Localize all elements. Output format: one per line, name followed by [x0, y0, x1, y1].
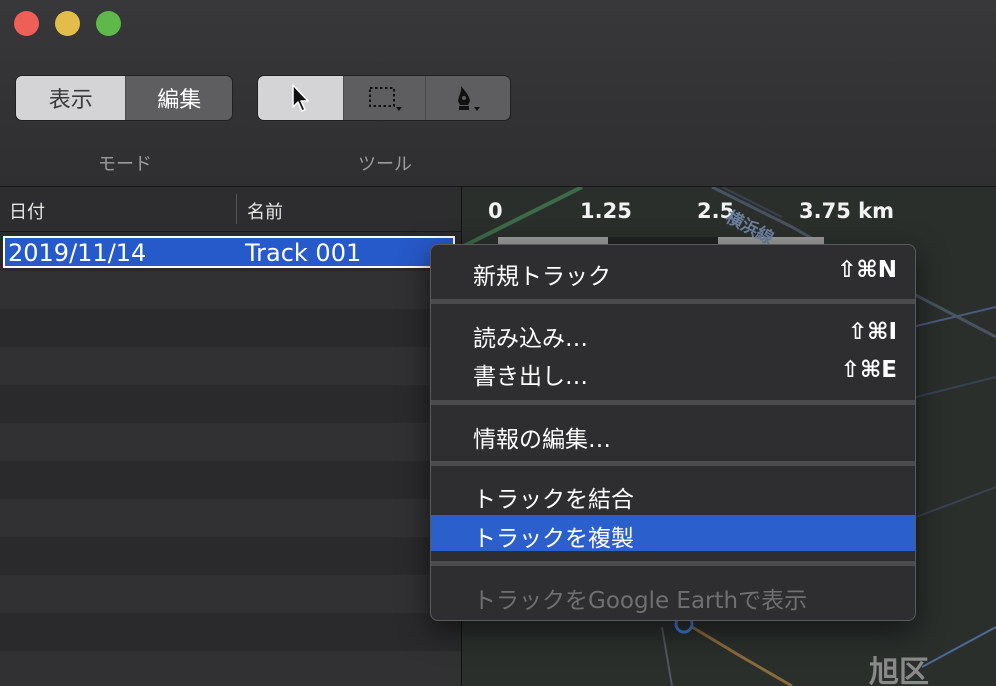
- menu-item-label: トラックをGoogle Earthで表示: [473, 588, 808, 614]
- empty-row: [0, 423, 461, 461]
- mode-caption: モード: [98, 154, 152, 175]
- menu-shortcut: ⇧⌘E: [840, 357, 897, 383]
- menu-item-label: 新規トラック: [473, 264, 611, 290]
- empty-row: [0, 575, 461, 613]
- track-list: 日付 名前 2019/11/14 Track 001: [0, 187, 462, 686]
- menu-item-new-track[interactable]: 新規トラック ⇧⌘N: [431, 253, 915, 290]
- menu-separator: [431, 299, 915, 304]
- scale-label: 3.75 km: [799, 199, 894, 223]
- tool-segmented-control: [258, 76, 510, 120]
- mode-edit-button[interactable]: 編集: [125, 76, 232, 120]
- zoom-window-button[interactable]: [96, 11, 121, 36]
- menu-item-export[interactable]: 書き出し… ⇧⌘E: [431, 353, 915, 390]
- pen-tool-button[interactable]: [424, 76, 510, 120]
- arrow-pointer-icon: [291, 84, 309, 112]
- mode-view-button[interactable]: 表示: [16, 76, 126, 120]
- ward-label: 旭区: [869, 655, 929, 686]
- column-divider[interactable]: [236, 194, 237, 224]
- menu-item-label: 読み込み…: [473, 326, 588, 352]
- menu-item-show-in-google-earth: トラックをGoogle Earthで表示: [431, 577, 915, 614]
- context-menu: 新規トラック ⇧⌘N 読み込み… ⇧⌘I 書き出し… ⇧⌘E 情報の編集… トラ…: [430, 244, 916, 621]
- menu-item-label: トラックを結合: [473, 487, 634, 513]
- column-header-date[interactable]: 日付: [9, 198, 45, 224]
- empty-row: [0, 651, 461, 686]
- minimize-window-button[interactable]: [55, 11, 80, 36]
- mode-segmented-control: 表示 編集: [16, 76, 232, 120]
- empty-row: [0, 271, 461, 309]
- pen-icon: [457, 86, 480, 111]
- menu-item-duplicate-track[interactable]: トラックを複製: [431, 515, 915, 552]
- menu-item-import[interactable]: 読み込み… ⇧⌘I: [431, 315, 915, 352]
- menu-item-merge-tracks[interactable]: トラックを結合: [431, 476, 915, 513]
- arrow-tool-button[interactable]: [258, 76, 344, 120]
- scale-label: 0: [488, 199, 503, 223]
- menu-item-edit-info[interactable]: 情報の編集…: [431, 416, 915, 453]
- empty-row: [0, 499, 461, 537]
- row-name: Track 001: [245, 239, 362, 267]
- menu-item-label: トラックを複製: [473, 526, 634, 552]
- scale-label: 1.25: [580, 199, 632, 223]
- close-window-button[interactable]: [14, 11, 39, 36]
- window-toolbar: 表示 編集 モード ツール: [0, 0, 996, 187]
- menu-item-label: 情報の編集…: [473, 427, 611, 453]
- menu-item-label: 書き出し…: [473, 364, 588, 390]
- track-list-header: 日付 名前: [0, 187, 461, 232]
- rectangle-select-tool-button[interactable]: [343, 76, 425, 120]
- empty-row: [0, 347, 461, 385]
- menu-shortcut: ⇧⌘N: [837, 257, 897, 283]
- row-date: 2019/11/14: [8, 239, 147, 267]
- rectangle-select-icon: [369, 87, 403, 111]
- column-header-name[interactable]: 名前: [247, 198, 283, 224]
- menu-shortcut: ⇧⌘I: [847, 319, 897, 345]
- table-row-selected[interactable]: 2019/11/14 Track 001: [3, 236, 455, 268]
- menu-separator: [431, 400, 915, 405]
- menu-separator: [431, 561, 915, 566]
- tool-caption: ツール: [358, 154, 412, 175]
- menu-separator: [431, 461, 915, 466]
